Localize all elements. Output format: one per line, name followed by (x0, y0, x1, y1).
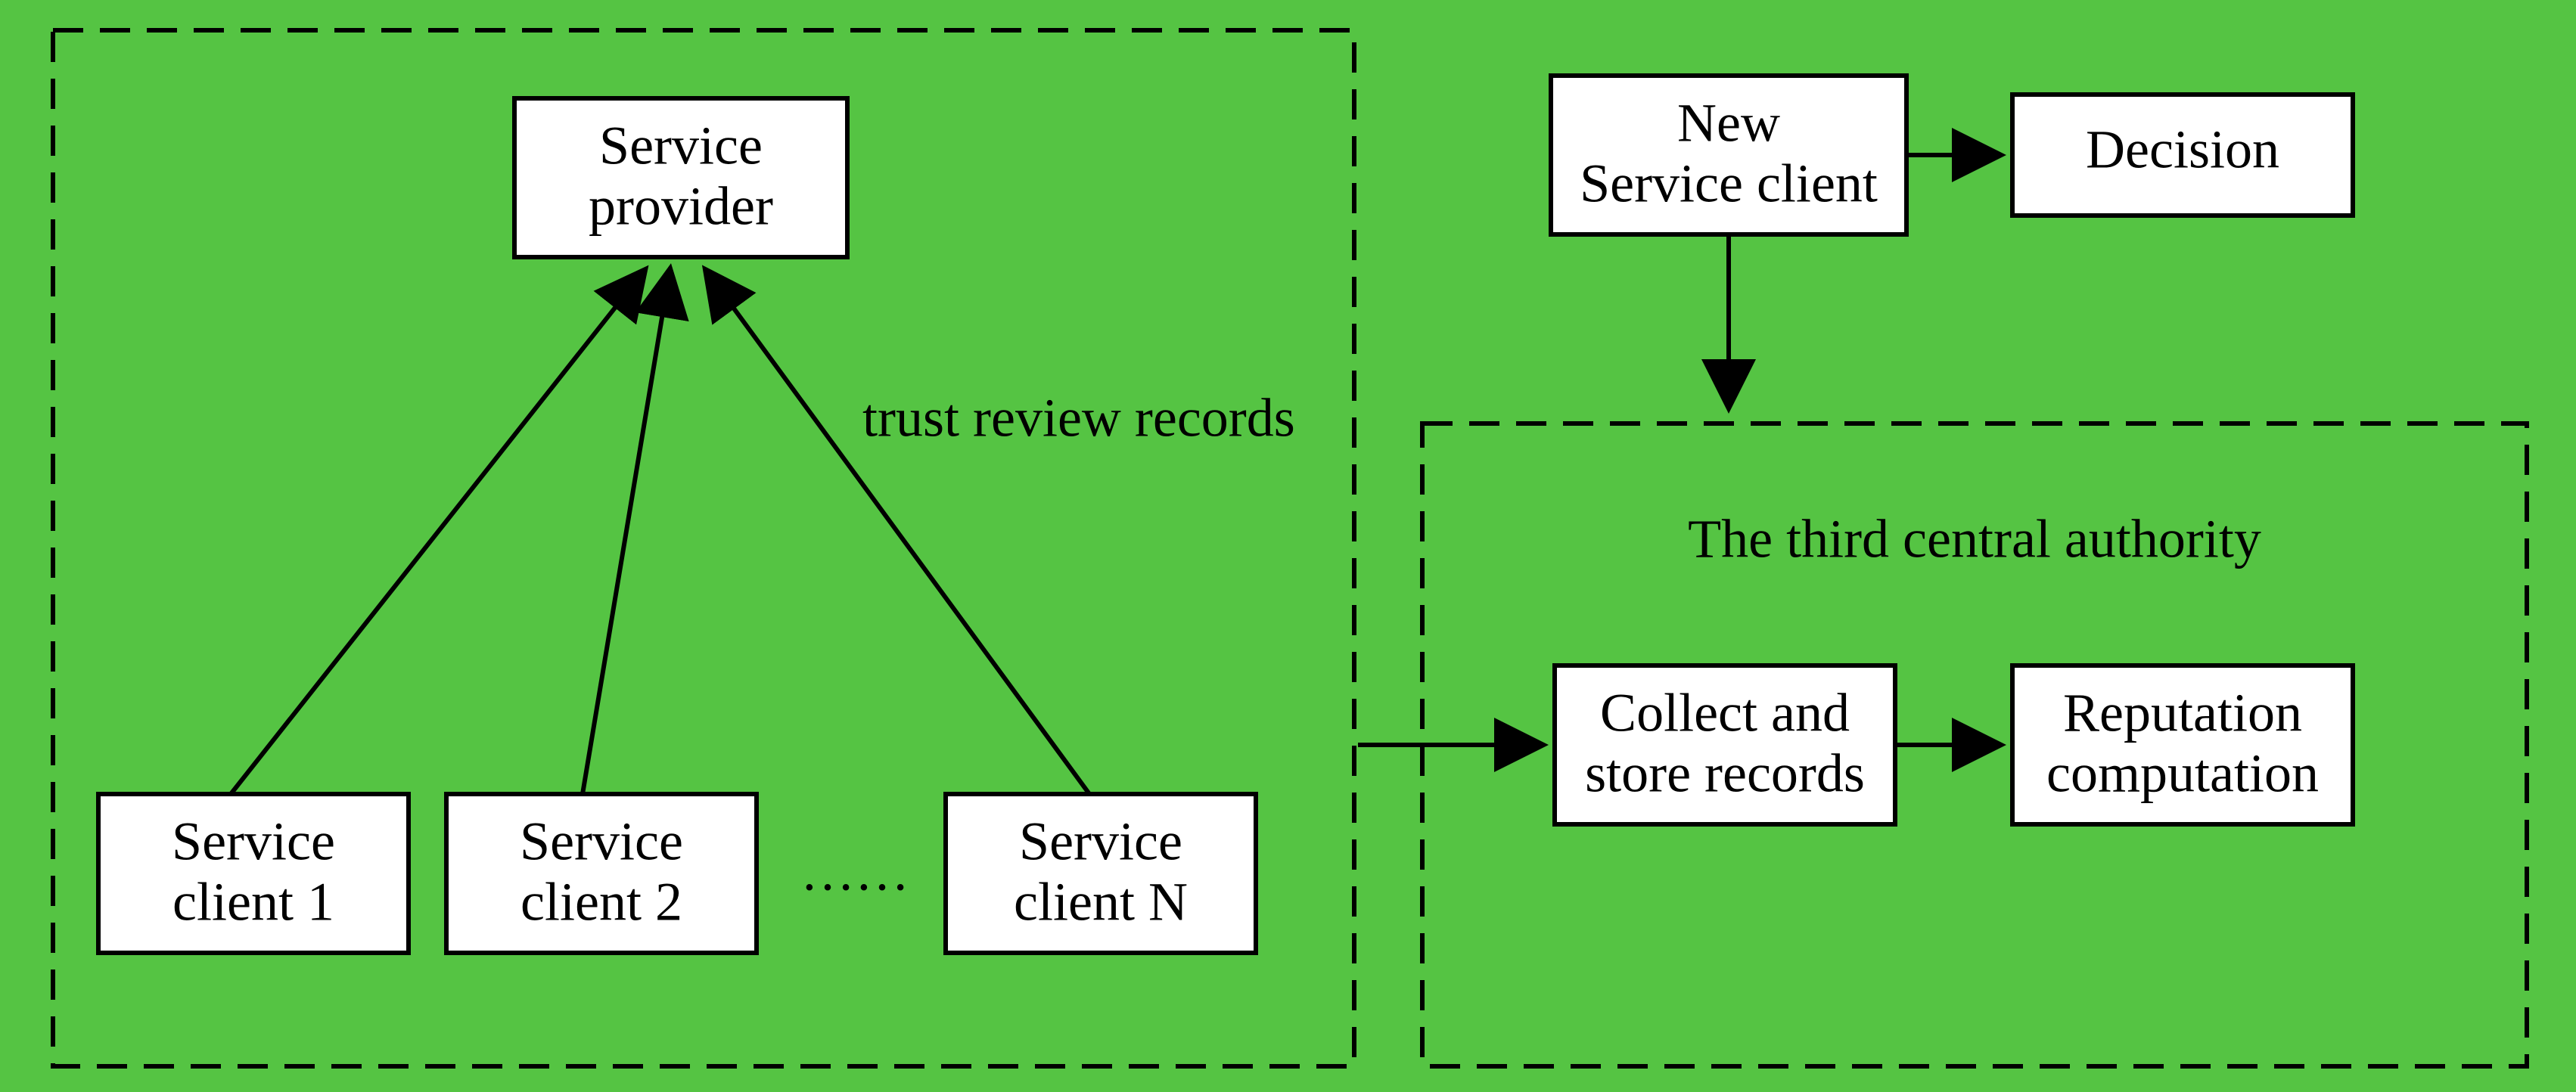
decision-box: Decision (2012, 95, 2353, 216)
collect-store-label-l1: Collect and (1600, 683, 1850, 743)
reputation-box: Reputation computation (2012, 665, 2353, 824)
service-client-1-label-l1: Service (172, 811, 335, 872)
diagram-canvas: Service provider trust review records Se… (0, 0, 2576, 1092)
new-service-client-box: New Service client (1551, 76, 1906, 234)
service-client-2-box: Service client 2 (446, 794, 757, 953)
service-client-2-label-l1: Service (520, 811, 683, 872)
trust-review-records-label: trust review records (862, 388, 1295, 448)
authority-title-label: The third central authority (1688, 509, 2261, 569)
service-client-1-label-l2: client 1 (172, 872, 334, 932)
collect-store-box: Collect and store records (1555, 665, 1895, 824)
ellipsis-label: …… (800, 842, 909, 902)
service-client-n-label-l1: Service (1019, 811, 1182, 872)
service-client-1-box: Service client 1 (98, 794, 409, 953)
arrow-clientn-provider (707, 272, 1089, 794)
arrow-client1-provider (231, 272, 643, 794)
new-service-client-label-l2: Service client (1580, 154, 1878, 214)
service-provider-label-line1: Service (599, 116, 763, 176)
collect-store-label-l2: store records (1585, 743, 1865, 804)
service-provider-box: Service provider (514, 98, 847, 257)
new-service-client-label-l1: New (1677, 93, 1780, 154)
service-client-n-box: Service client N (946, 794, 1256, 953)
service-provider-label-line2: provider (589, 176, 773, 237)
service-client-2-label-l2: client 2 (520, 872, 682, 932)
reputation-label-l1: Reputation (2063, 683, 2302, 743)
decision-label: Decision (2086, 119, 2279, 180)
arrow-client2-provider (583, 272, 670, 794)
service-client-n-label-l2: client N (1014, 872, 1188, 932)
reputation-label-l2: computation (2046, 743, 2319, 804)
